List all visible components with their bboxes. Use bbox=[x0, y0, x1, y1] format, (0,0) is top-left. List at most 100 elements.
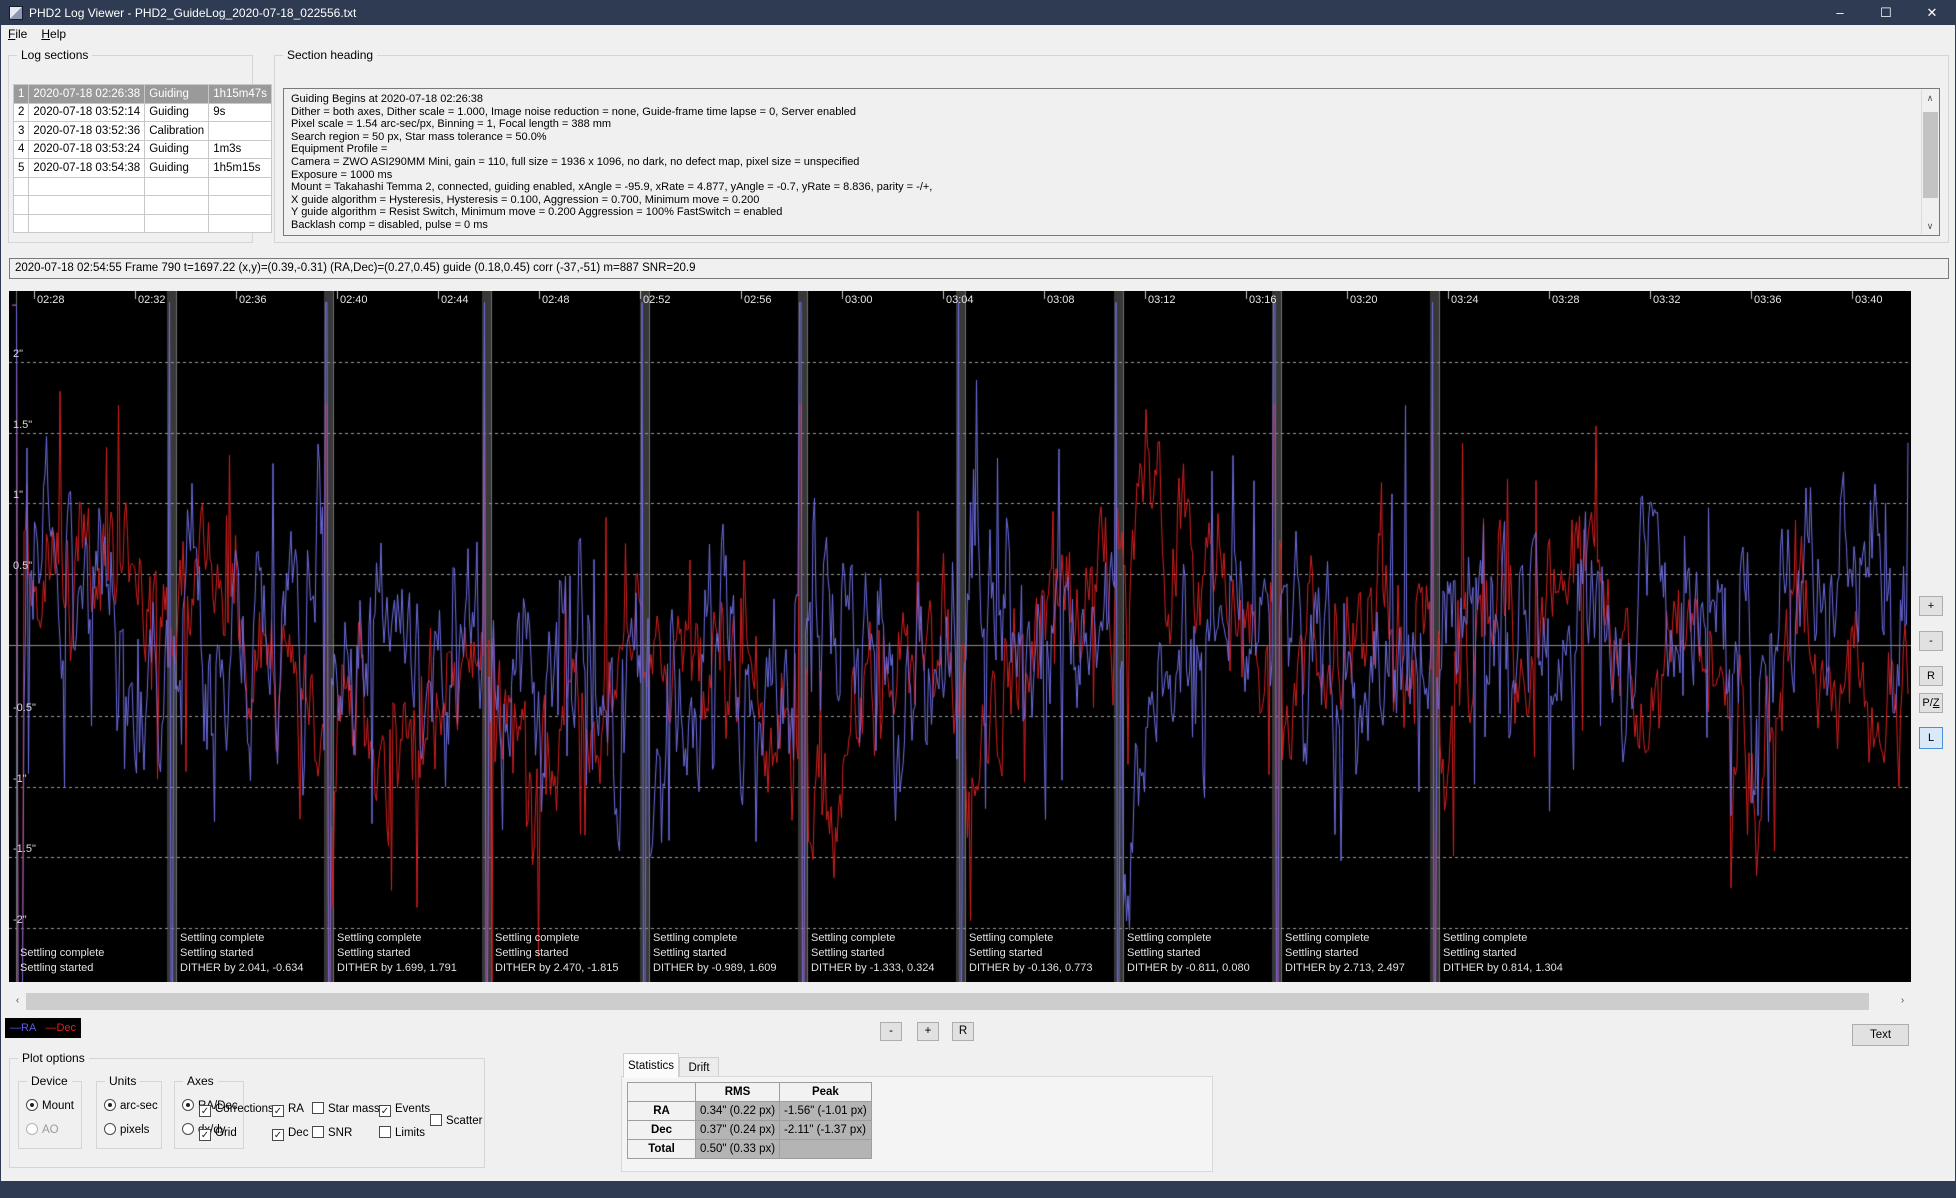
radio-units-arc-sec[interactable]: arc-sec bbox=[104, 1096, 158, 1114]
section-heading-text[interactable]: ∧ ∨ Guiding Begins at 2020-07-18 02:26:3… bbox=[283, 88, 1940, 236]
event-annotation: Settling completeSettling startedDITHER … bbox=[180, 931, 304, 976]
checkbox-dec[interactable]: ✓Dec bbox=[272, 1123, 308, 1141]
event-annotation: Settling completeSettling startedDITHER … bbox=[1127, 931, 1250, 976]
event-annotation-line: Settling complete bbox=[1127, 931, 1250, 946]
section-heading-line: Camera = ZWO ASI290MM Mini, gain = 110, … bbox=[291, 156, 1915, 169]
event-annotation: Settling completeSettling started bbox=[20, 946, 104, 976]
scroll-left-button[interactable]: ‹ bbox=[9, 993, 26, 1010]
log-row[interactable]: 32020-07-18 03:52:36Calibration bbox=[14, 122, 272, 141]
scrollbar-thumb[interactable] bbox=[1923, 112, 1938, 198]
units-group: Units arc-secpixels bbox=[96, 1081, 162, 1149]
radio-icon bbox=[26, 1099, 38, 1111]
stats-value-cell: -1.56" (-1.01 px) bbox=[780, 1102, 872, 1121]
stats-row: Dec0.37" (0.24 px)-2.11" (-1.37 px) bbox=[628, 1121, 872, 1140]
radio-units-pixels[interactable]: pixels bbox=[104, 1120, 149, 1138]
log-row[interactable]: 42020-07-18 03:53:24Guiding1m3s bbox=[14, 140, 272, 159]
radio-device-mount[interactable]: Mount bbox=[26, 1096, 74, 1114]
event-annotation: Settling completeSettling startedDITHER … bbox=[337, 931, 457, 976]
radio-label: Mount bbox=[42, 1100, 74, 1112]
event-annotation-line: Settling complete bbox=[180, 931, 304, 946]
checkbox-icon bbox=[312, 1126, 324, 1138]
scroll-down-button[interactable]: ∨ bbox=[1922, 218, 1938, 234]
section-scrollbar[interactable]: ∧ ∨ bbox=[1921, 90, 1938, 234]
log-row[interactable]: 12020-07-18 02:26:38Guiding1h15m47s bbox=[14, 85, 272, 104]
checkbox-label: RA bbox=[288, 1103, 304, 1115]
section-heading-line: Dither = both axes, Dither scale = 1.000… bbox=[291, 106, 1915, 119]
legend-dec-label: —Dec bbox=[45, 1022, 76, 1034]
event-annotation-line: Settling complete bbox=[1285, 931, 1405, 946]
log-row[interactable]: 52020-07-18 03:54:38Guiding1h5m15s bbox=[14, 159, 272, 178]
window-title: PHD2 Log Viewer - PHD2_GuideLog_2020-07-… bbox=[29, 6, 356, 20]
menu-item-file[interactable]: File bbox=[1, 25, 34, 43]
section-heading-line: Exposure = 1000 ms bbox=[291, 169, 1915, 182]
log-sections-table[interactable]: 12020-07-18 02:26:38Guiding1h15m47s22020… bbox=[13, 84, 272, 233]
checkbox-icon: ✓ bbox=[379, 1105, 391, 1117]
section-heading-line: Search region = 50 px, Star mass toleran… bbox=[291, 131, 1915, 144]
minimize-button[interactable]: – bbox=[1817, 0, 1863, 25]
checkbox-limits[interactable]: Limits bbox=[379, 1123, 425, 1141]
close-button[interactable]: ✕ bbox=[1909, 0, 1955, 25]
tab-drift[interactable]: Drift bbox=[679, 1057, 719, 1078]
event-annotation: Settling completeSettling startedDITHER … bbox=[653, 931, 777, 976]
checkbox-label: Corrections bbox=[215, 1103, 274, 1115]
log-cell: 1h5m15s bbox=[209, 159, 272, 178]
log-row[interactable]: 22020-07-18 03:52:14Guiding9s bbox=[14, 103, 272, 122]
log-cell: Guiding bbox=[145, 140, 209, 159]
event-annotation-line: DITHER by -0.811, 0.080 bbox=[1127, 961, 1250, 976]
checkbox-grid[interactable]: ✓Grid bbox=[199, 1123, 237, 1141]
checkbox-events[interactable]: ✓Events bbox=[379, 1099, 430, 1117]
menu-item-help[interactable]: Help bbox=[34, 25, 73, 43]
x-tick-label: 03:20 bbox=[1350, 294, 1378, 306]
chart-zoom-in-button[interactable]: + bbox=[1919, 596, 1943, 616]
chart-zoom-out-button[interactable]: - bbox=[1919, 631, 1943, 651]
section-heading-line: Mount = Takahashi Temma 2, connected, gu… bbox=[291, 181, 1915, 194]
log-cell bbox=[209, 196, 272, 215]
log-row-empty bbox=[14, 196, 272, 215]
h-scrollbar-thumb[interactable] bbox=[26, 993, 1869, 1010]
scroll-up-button[interactable]: ∧ bbox=[1922, 90, 1938, 106]
stats-row: RA0.34" (0.22 px)-1.56" (-1.01 px) bbox=[628, 1102, 872, 1121]
lock-button[interactable]: L bbox=[1919, 727, 1943, 749]
y-axis-label: 0.5" bbox=[13, 560, 32, 572]
checkbox-label: Star mass bbox=[328, 1103, 380, 1115]
frame-info-bar: 2020-07-18 02:54:55 Frame 790 t=1697.22 … bbox=[9, 258, 1949, 279]
plot-reset-button[interactable]: R bbox=[952, 1022, 974, 1041]
checkbox-icon: ✓ bbox=[199, 1129, 211, 1141]
radio-device-ao[interactable]: AO bbox=[26, 1120, 59, 1138]
checkbox-star-mass[interactable]: Star mass bbox=[312, 1099, 380, 1117]
pan-zoom-toggle-button[interactable]: P/Z bbox=[1919, 693, 1943, 713]
event-annotation-line: Settling started bbox=[180, 946, 304, 961]
event-annotation-line: Settling complete bbox=[20, 946, 104, 961]
radio-icon bbox=[182, 1123, 194, 1135]
section-heading-line: Y guide algorithm = Resist Switch, Minim… bbox=[291, 206, 1915, 219]
event-annotation-line: Settling complete bbox=[337, 931, 457, 946]
scroll-right-button[interactable]: › bbox=[1894, 993, 1911, 1010]
app-icon bbox=[9, 6, 23, 20]
plot-plus-button[interactable]: + bbox=[917, 1022, 939, 1041]
log-cell: 3 bbox=[14, 122, 29, 141]
event-annotation: Settling completeSettling startedDITHER … bbox=[495, 931, 619, 976]
checkbox-icon bbox=[430, 1114, 442, 1126]
tab-statistics[interactable]: Statistics bbox=[623, 1053, 679, 1078]
radio-icon bbox=[104, 1099, 116, 1111]
log-cell: 5 bbox=[14, 159, 29, 178]
stats-row-header: Total bbox=[628, 1140, 696, 1159]
checkbox-scatter[interactable]: Scatter bbox=[430, 1111, 482, 1129]
checkbox-corrections[interactable]: ✓Corrections bbox=[199, 1099, 274, 1117]
status-bar bbox=[1, 1181, 1955, 1198]
chart-reset-button[interactable]: R bbox=[1919, 666, 1943, 686]
plot-minus-button[interactable]: - bbox=[880, 1022, 902, 1041]
checkbox-snr[interactable]: SNR bbox=[312, 1123, 352, 1141]
checkbox-label: Scatter bbox=[446, 1115, 482, 1127]
frame-info-text: 2020-07-18 02:54:55 Frame 790 t=1697.22 … bbox=[15, 262, 695, 274]
event-annotation-line: DITHER by -0.136, 0.773 bbox=[969, 961, 1093, 976]
chart-h-scrollbar[interactable]: ‹ › bbox=[9, 993, 1911, 1010]
checkbox-ra[interactable]: ✓RA bbox=[272, 1099, 304, 1117]
maximize-button[interactable]: ☐ bbox=[1863, 0, 1909, 25]
section-heading-group: Section heading ∧ ∨ Guiding Begins at 20… bbox=[274, 55, 1949, 243]
log-cell: Calibration bbox=[145, 122, 209, 141]
guide-chart[interactable]: 02:2802:3202:3602:4002:4402:4802:5202:56… bbox=[9, 291, 1911, 982]
section-heading-line: Pixel scale = 1.54 arc-sec/px, Binning =… bbox=[291, 118, 1915, 131]
text-view-button[interactable]: Text bbox=[1852, 1024, 1909, 1046]
chart-canvas[interactable] bbox=[9, 291, 1911, 982]
